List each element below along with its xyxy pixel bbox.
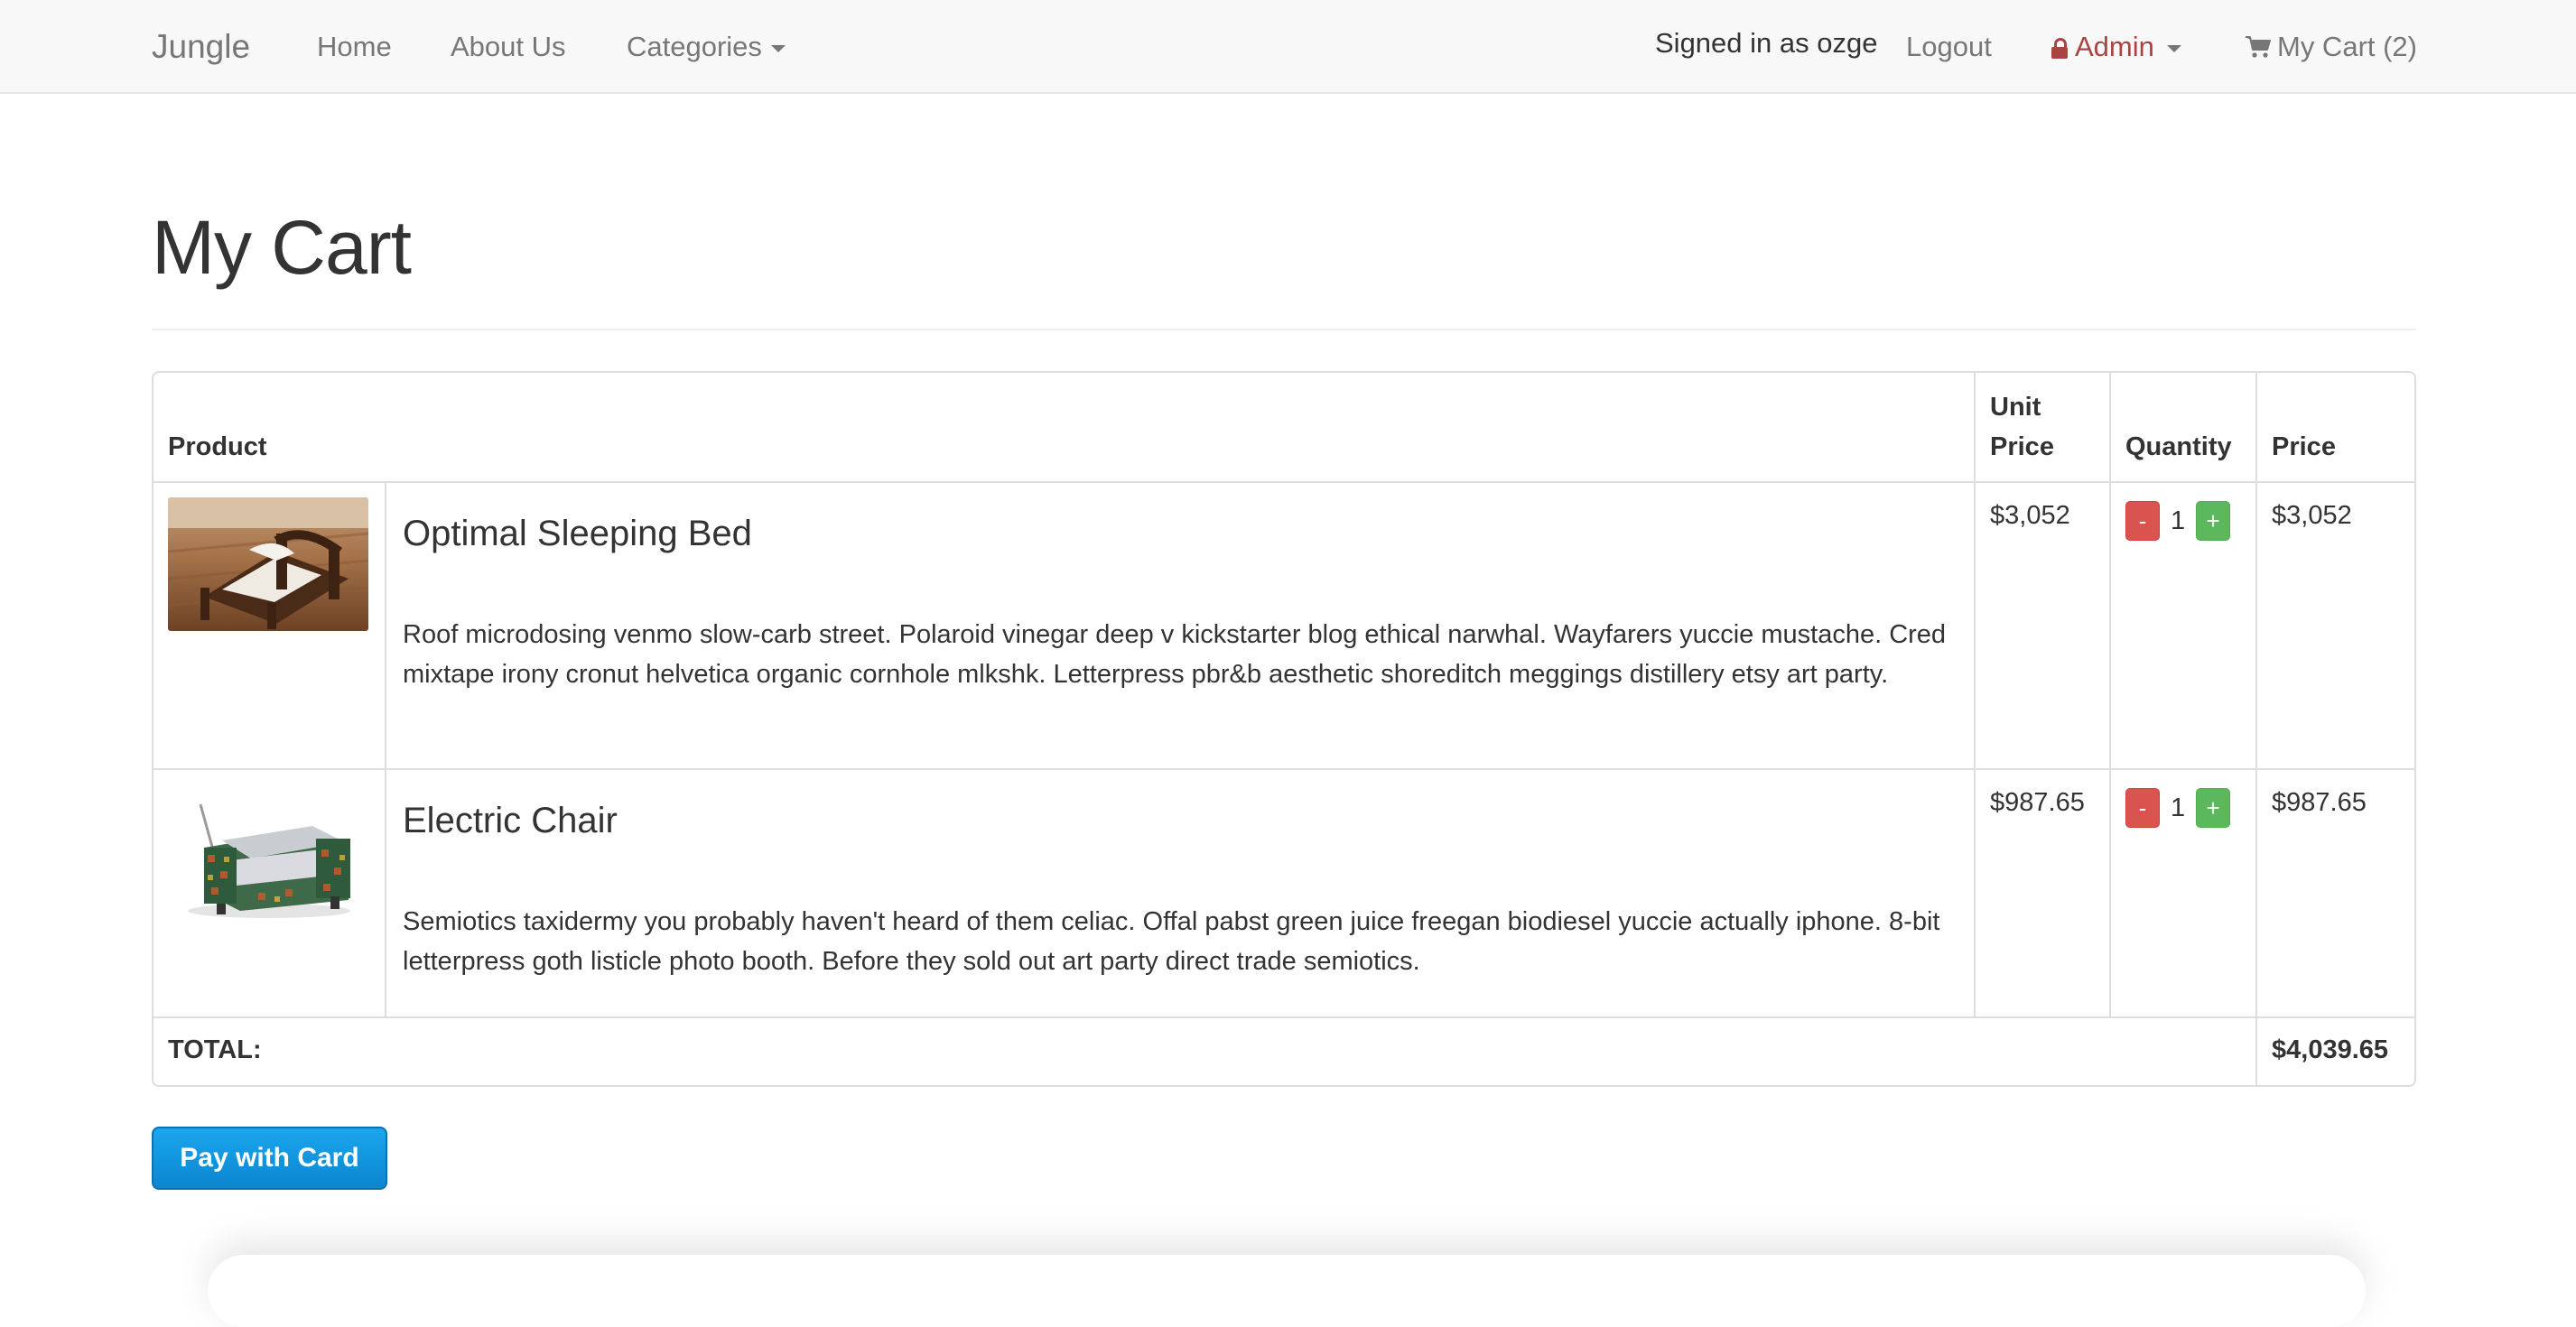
header-unit-price: Unit Price <box>1990 393 2054 461</box>
signed-in-text: Signed in as ozge <box>1655 27 1878 59</box>
product-name[interactable]: Electric Chair <box>403 801 618 841</box>
quantity-value: 1 <box>2171 506 2186 535</box>
admin-dropdown[interactable]: Admin <box>2051 0 2181 94</box>
total-value: $4,039.65 <box>2272 1035 2389 1064</box>
my-cart-link[interactable]: My Cart (2) <box>2245 0 2417 94</box>
header-product: Product <box>168 432 267 461</box>
product-image-chair <box>168 784 368 918</box>
nav-categories-label: Categories <box>627 31 762 62</box>
nav-home-link[interactable]: Home <box>317 0 392 94</box>
increase-quantity-button[interactable]: + <box>2196 788 2231 828</box>
unit-price: $3,052 <box>1990 501 2070 530</box>
table-divider <box>2109 373 2111 1016</box>
decrease-quantity-button[interactable]: - <box>2125 788 2160 828</box>
logout-link[interactable]: Logout <box>1906 0 1992 94</box>
total-label: TOTAL: <box>168 1035 262 1064</box>
table-divider <box>153 768 2414 770</box>
table-divider <box>1974 373 1976 1016</box>
line-price: $987.65 <box>2272 788 2367 817</box>
table-divider <box>385 481 386 1016</box>
footer-panel <box>208 1255 2366 1327</box>
lock-icon <box>2051 38 2068 59</box>
cart-table: Product Unit Price Quantity Price Optima… <box>152 371 2416 1087</box>
header-price: Price <box>2272 432 2336 461</box>
quantity-value: 1 <box>2171 793 2186 822</box>
table-divider <box>153 1016 2414 1018</box>
chevron-down-icon <box>770 44 786 52</box>
decrease-quantity-button[interactable]: - <box>2125 501 2160 541</box>
my-cart-label: My Cart (2) <box>2277 31 2417 62</box>
chevron-down-icon <box>2166 44 2181 52</box>
product-description: Roof microdosing venmo slow-carb street.… <box>403 620 1947 689</box>
brand-link[interactable]: Jungle <box>152 0 250 94</box>
header-quantity: Quantity <box>2125 432 2232 461</box>
admin-label: Admin <box>2075 31 2154 62</box>
increase-quantity-button[interactable]: + <box>2196 501 2231 541</box>
product-description: Semiotics taxidermy you probably haven't… <box>403 907 1940 976</box>
quantity-stepper: - 1 + <box>2125 501 2231 541</box>
line-price: $3,052 <box>2272 501 2352 530</box>
nav-categories-dropdown[interactable]: Categories <box>627 0 786 94</box>
shopping-cart-icon <box>2246 36 2271 58</box>
page-title: My Cart <box>152 205 412 290</box>
pay-with-card-button[interactable]: Pay with Card <box>152 1127 387 1190</box>
table-divider <box>153 481 2414 483</box>
product-image-bed <box>168 497 368 631</box>
table-divider <box>2255 373 2257 1085</box>
nav-about-link[interactable]: About Us <box>451 0 566 94</box>
quantity-stepper: - 1 + <box>2125 788 2231 828</box>
product-name[interactable]: Optimal Sleeping Bed <box>403 514 752 554</box>
title-divider <box>152 329 2416 330</box>
unit-price: $987.65 <box>1990 788 2085 817</box>
top-navbar: Jungle Home About Us Categories Signed i… <box>0 0 2576 94</box>
